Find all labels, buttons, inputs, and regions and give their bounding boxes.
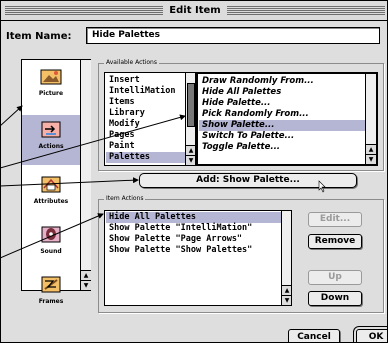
category-scroll-thumb[interactable] <box>187 83 195 127</box>
item-actions-group: Item Actions Hide All Palettes Show Pale… <box>98 195 384 313</box>
action-item[interactable]: Toggle Palette... <box>199 142 376 153</box>
sidebar-label-sound: Sound <box>40 248 62 255</box>
scroll-up-arrow-icon[interactable]: ▲ <box>81 270 91 280</box>
item-name-label: Item Name: <box>6 31 72 42</box>
sidebar-label-frames: Frames <box>38 298 64 305</box>
item-action-row[interactable]: Show Palette "Show Palettes" <box>106 245 291 256</box>
category-item[interactable]: Items <box>106 97 195 108</box>
category-item[interactable]: Insert <box>106 75 195 86</box>
frames-icon <box>41 276 61 293</box>
scroll-up-arrow-icon[interactable]: ▲ <box>366 144 376 154</box>
category-list[interactable]: Insert IntelliMation Items Library Modif… <box>104 72 196 166</box>
move-down-button[interactable]: Down <box>308 291 362 306</box>
item-actions-scrollbar[interactable]: ▲ ▼ <box>281 211 291 305</box>
available-actions-group-label: Available Actions <box>104 59 159 66</box>
sidebar-label-attributes: Attributes <box>33 198 69 205</box>
category-item-selected[interactable]: Palettes <box>106 152 195 163</box>
action-scrollbar[interactable]: ▲ ▼ <box>365 74 376 164</box>
category-scrollbar[interactable]: ▲ ▼ <box>185 73 195 165</box>
action-list[interactable]: Draw Randomly From... Hide All Palettes … <box>196 72 378 166</box>
action-item-selected[interactable]: Show Palette... <box>199 120 376 131</box>
action-item[interactable]: Pick Randomly From... <box>199 109 376 120</box>
window-title: Edit Item <box>163 5 227 16</box>
category-item[interactable]: Pages <box>106 130 195 141</box>
sidebar-item-actions[interactable]: Actions <box>22 115 80 165</box>
window-title-container: Edit Item <box>1 1 387 21</box>
sidebar-label-picture: Picture <box>38 90 64 97</box>
move-up-button[interactable]: Up <box>308 270 362 285</box>
category-item[interactable]: Library <box>106 108 195 119</box>
edit-button[interactable]: Edit... <box>308 212 362 227</box>
action-item[interactable]: Switch To Palette... <box>199 131 376 142</box>
scroll-down-arrow-icon[interactable]: ▼ <box>186 155 195 165</box>
sound-icon <box>41 226 61 243</box>
edit-item-window: Edit Item Item Name: Hide Palettes Pictu… <box>0 0 388 343</box>
attributes-icon <box>41 176 61 193</box>
action-item[interactable]: Hide Palette... <box>199 98 376 109</box>
sidebar-item-picture[interactable]: Picture <box>22 62 80 112</box>
ok-button[interactable]: OK <box>356 329 387 342</box>
actions-icon <box>41 121 61 138</box>
category-item[interactable]: Modify <box>106 119 195 130</box>
picture-icon <box>40 69 62 85</box>
item-sidebar: Picture Actions Attributes Sound Frames … <box>21 59 91 305</box>
action-item[interactable]: Draw Randomly From... <box>199 76 376 87</box>
item-action-row-selected[interactable]: Hide All Palettes <box>106 212 291 223</box>
cancel-button[interactable]: Cancel <box>288 329 340 342</box>
item-action-row[interactable]: Show Palette "IntelliMation" <box>106 223 291 234</box>
action-item[interactable]: Hide All Palettes <box>199 87 376 98</box>
item-actions-list[interactable]: Hide All Palettes Show Palette "IntelliM… <box>104 210 292 306</box>
add-action-button[interactable]: Add: Show Palette... <box>139 173 357 188</box>
sidebar-label-actions: Actions <box>38 143 64 150</box>
sidebar-item-frames[interactable]: Frames <box>22 270 80 320</box>
sidebar-item-sound[interactable]: Sound <box>22 220 80 270</box>
item-action-row[interactable]: Show Palette "Page Arrows" <box>106 234 291 245</box>
category-item[interactable]: Paint <box>106 141 195 152</box>
scroll-up-arrow-icon[interactable]: ▲ <box>186 145 195 155</box>
title-bar[interactable]: Edit Item <box>1 1 387 21</box>
scroll-down-arrow-icon[interactable]: ▼ <box>81 280 91 290</box>
category-item[interactable]: IntelliMation <box>106 86 195 97</box>
remove-button[interactable]: Remove <box>308 234 362 249</box>
scroll-down-arrow-icon[interactable]: ▼ <box>282 295 291 305</box>
available-actions-group: Available Actions Insert IntelliMation I… <box>98 59 384 171</box>
scroll-up-arrow-icon[interactable]: ▲ <box>282 285 291 295</box>
item-name-field[interactable]: Hide Palettes <box>86 27 380 44</box>
sidebar-item-attributes[interactable]: Attributes <box>22 170 80 220</box>
sidebar-scrollbar[interactable]: ▲ ▼ <box>80 60 91 290</box>
item-name-value: Hide Palettes <box>92 30 160 40</box>
item-actions-group-label: Item Actions <box>104 195 146 202</box>
scroll-down-arrow-icon[interactable]: ▼ <box>366 154 376 164</box>
